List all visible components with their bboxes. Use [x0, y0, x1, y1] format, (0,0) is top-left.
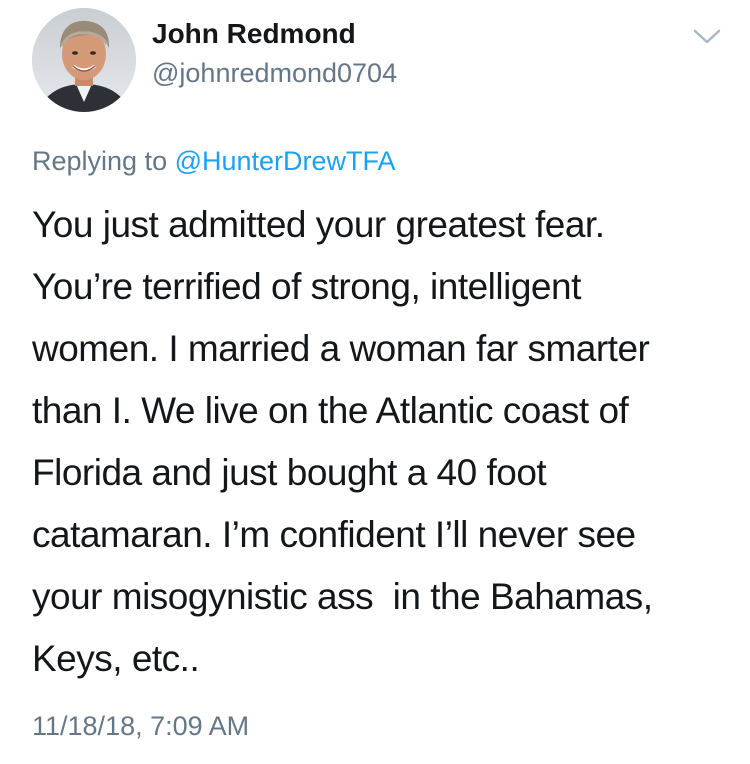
reply-mention-link[interactable]: @HunterDrewTFA [175, 146, 396, 176]
tweet-text-line: than I. We live on the Atlantic coast of [32, 390, 629, 431]
tweet-text-line: Keys, etc.. [32, 638, 200, 679]
replying-to-line: Replying to @HunterDrewTFA [32, 146, 396, 177]
chevron-down-icon[interactable] [692, 26, 722, 48]
tweet-text: You just admitted your greatest fear. Yo… [32, 194, 732, 690]
tweet-text-line: catamaran. I’m confident I’ll never see [32, 514, 636, 555]
tweet: John Redmond @johnredmond0704 Replying t… [0, 0, 750, 764]
tweet-timestamp[interactable]: 11/18/18, 7:09 AM [32, 711, 249, 742]
avatar[interactable] [32, 8, 136, 112]
tweet-text-line: You just admitted your greatest fear. [32, 204, 605, 245]
display-name[interactable]: John Redmond [152, 18, 356, 50]
tweet-text-line: Florida and just bought a 40 foot [32, 452, 547, 493]
tweet-text-line: women. I married a woman far smarter [32, 328, 650, 369]
user-handle[interactable]: @johnredmond0704 [152, 58, 397, 89]
tweet-text-line: You’re terrified of strong, intelligent [32, 266, 581, 307]
avatar-photo [32, 8, 136, 112]
replying-to-label: Replying to [32, 146, 175, 176]
tweet-text-line: your misogynistic ass in the Bahamas, [32, 576, 653, 617]
